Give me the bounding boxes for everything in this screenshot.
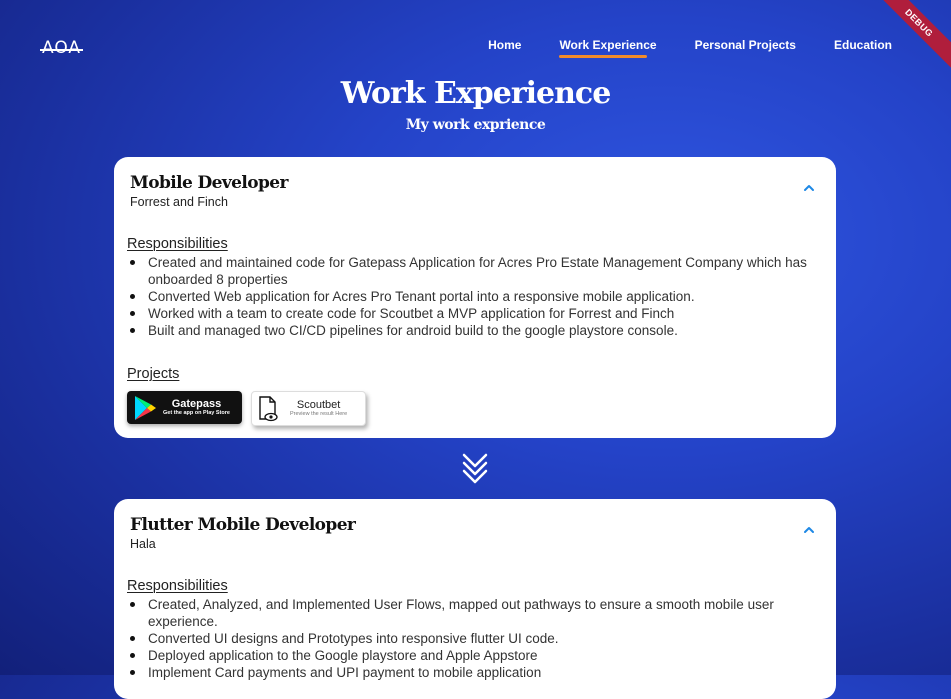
nav-education[interactable]: Education <box>834 38 892 56</box>
gatepass-title: Gatepass <box>171 398 222 410</box>
company-name: Hala <box>130 537 156 551</box>
list-item: Deployed application to the Google plays… <box>127 647 822 664</box>
page-title: Work Experience <box>340 76 612 111</box>
job-card: Mobile Developer Forrest and Finch Respo… <box>114 157 836 438</box>
logo-strike <box>40 49 84 51</box>
responsibilities-label: Responsibilities <box>127 578 228 594</box>
list-item: Implement Card payments and UPI payment … <box>127 664 822 681</box>
list-item: Converted UI designs and Prototypes into… <box>127 630 822 647</box>
page-subtitle: My work exprience <box>405 117 546 133</box>
list-item: Converted Web application for Acres Pro … <box>127 288 822 305</box>
scoutbet-preview-button[interactable]: Scoutbet Preview the result Here <box>251 391 366 426</box>
responsibilities-list: Created and maintained code for Gatepass… <box>127 254 822 339</box>
job-card: Flutter Mobile Developer Hala Responsibi… <box>114 499 836 699</box>
nav-home[interactable]: Home <box>488 38 521 56</box>
scoutbet-title: Scoutbet <box>296 399 341 411</box>
document-preview-icon <box>259 395 278 421</box>
responsibilities-label: Responsibilities <box>127 236 228 252</box>
responsibilities-list: Created, Analyzed, and Implemented User … <box>127 596 822 681</box>
double-chevron-down-icon <box>462 453 488 484</box>
job-title: Mobile Developer <box>130 173 288 193</box>
list-item: Created and maintained code for Gatepass… <box>127 254 822 288</box>
logo-text: AOA <box>42 38 82 58</box>
nav-personal-projects[interactable]: Personal Projects <box>695 38 796 56</box>
list-item: Built and managed two CI/CD pipelines fo… <box>127 322 822 339</box>
company-name: Forrest and Finch <box>130 195 228 209</box>
main-nav: Home Work Experience Personal Projects E… <box>488 38 892 58</box>
scoutbet-subtitle: Preview the result Here <box>290 411 348 417</box>
gatepass-play-store-button[interactable]: Gatepass Get the app on Play Store <box>127 391 242 424</box>
projects-label: Projects <box>127 366 180 382</box>
nav-work-experience[interactable]: Work Experience <box>559 38 657 58</box>
chevron-up-icon[interactable] <box>802 525 816 535</box>
list-item: Created, Analyzed, and Implemented User … <box>127 596 822 630</box>
job-title: Flutter Mobile Developer <box>130 515 356 535</box>
chevron-up-icon[interactable] <box>802 183 816 193</box>
logo[interactable]: AOA <box>40 38 84 58</box>
gatepass-subtitle: Get the app on Play Store <box>163 410 230 416</box>
list-item: Worked with a team to create code for Sc… <box>127 305 822 322</box>
debug-badge: DEBUG <box>870 0 951 72</box>
google-play-icon <box>135 395 156 420</box>
